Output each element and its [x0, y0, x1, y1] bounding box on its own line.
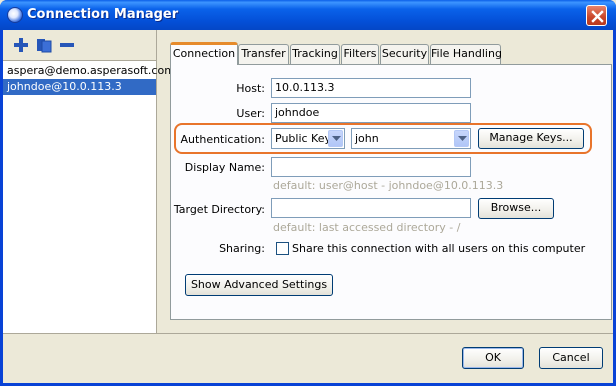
footer-divider: [3, 333, 613, 334]
auth-key-select[interactable]: john: [351, 128, 471, 149]
target-directory-hint: default: last accessed directory - /: [273, 221, 461, 234]
target-directory-field[interactable]: [271, 198, 471, 218]
share-checkbox[interactable]: [276, 242, 289, 255]
authentication-label: Authentication:: [180, 133, 265, 146]
list-item[interactable]: aspera@demo.asperasoft.com: [3, 63, 175, 79]
close-button[interactable]: [586, 5, 607, 26]
add-icon[interactable]: [13, 37, 29, 53]
display-name-field[interactable]: [271, 157, 471, 177]
chevron-down-icon[interactable]: [328, 130, 343, 147]
window-title: Connection Manager: [27, 7, 179, 22]
host-label: Host:: [236, 82, 265, 95]
browse-button[interactable]: Browse...: [478, 198, 554, 219]
host-field[interactable]: 10.0.113.3: [271, 78, 471, 98]
app-icon: [7, 7, 23, 23]
list-item[interactable]: johndoe@10.0.113.3: [3, 79, 156, 95]
manage-keys-button[interactable]: Manage Keys...: [478, 128, 584, 149]
close-icon: [591, 10, 604, 23]
sidebar: aspera@demo.asperasoft.com johndoe@10.0.…: [3, 30, 175, 333]
tab-security[interactable]: Security: [380, 44, 429, 64]
tab-connection[interactable]: Connection: [170, 42, 238, 65]
remove-icon[interactable]: [59, 37, 75, 53]
show-advanced-settings-button[interactable]: Show Advanced Settings: [185, 274, 333, 296]
ok-button[interactable]: OK: [462, 347, 524, 369]
duplicate-icon[interactable]: [36, 37, 52, 53]
user-field[interactable]: johndoe: [271, 103, 471, 123]
connection-list[interactable]: aspera@demo.asperasoft.com johndoe@10.0.…: [3, 60, 175, 333]
share-checkbox-label[interactable]: Share this connection with all users on …: [292, 242, 585, 255]
auth-type-value: Public Key: [275, 132, 331, 145]
sharing-label: Sharing:: [219, 242, 265, 255]
tab-file-handling[interactable]: File Handling: [430, 44, 502, 64]
tab-transfer[interactable]: Transfer: [238, 44, 289, 64]
display-name-label: Display Name:: [184, 161, 265, 174]
target-directory-label: Target Directory:: [173, 203, 265, 216]
chevron-down-icon[interactable]: [454, 130, 469, 147]
cancel-button[interactable]: Cancel: [539, 347, 603, 369]
user-label: User:: [236, 107, 265, 120]
title-bar[interactable]: Connection Manager: [0, 0, 616, 30]
display-name-hint: default: user@host - johndoe@10.0.113.3: [273, 179, 504, 192]
tab-filters[interactable]: Filters: [341, 44, 379, 64]
connection-manager-window: Connection Manager aspera@demo.asperasof…: [0, 0, 616, 386]
auth-type-select[interactable]: Public Key: [271, 128, 345, 149]
auth-key-value: john: [355, 132, 379, 145]
tab-tracking[interactable]: Tracking: [290, 44, 340, 64]
